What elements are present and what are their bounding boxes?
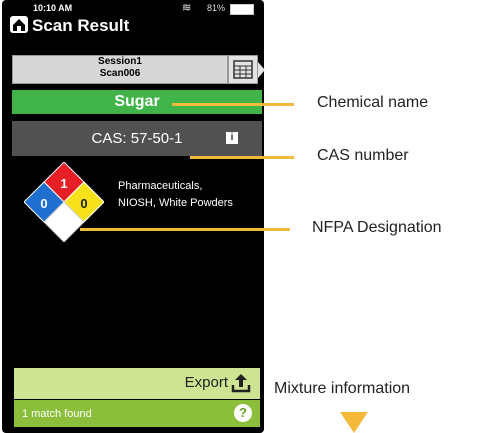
callout-chemical-name: Chemical name bbox=[317, 94, 429, 111]
battery-percent: 81% bbox=[207, 3, 226, 13]
footer-bar: 1 match found ? bbox=[14, 400, 260, 427]
down-arrow-icon bbox=[340, 412, 368, 433]
wifi-icon: ≋ bbox=[182, 2, 192, 14]
nfpa-flammability: 1 bbox=[60, 176, 67, 191]
session-name: Session1 bbox=[98, 56, 142, 67]
grid-icon[interactable] bbox=[228, 55, 265, 84]
page-title: Scan Result bbox=[32, 16, 130, 35]
scan-name: Scan006 bbox=[99, 68, 141, 79]
callout-line-chemical bbox=[172, 103, 294, 106]
nfpa-reactivity: 0 bbox=[80, 196, 87, 211]
callout-nfpa: NFPA Designation bbox=[312, 219, 442, 236]
chemical-name: Sugar bbox=[12, 90, 262, 114]
designation-line-2: NIOSH, White Powders bbox=[118, 197, 233, 209]
phone-screen: 10:10 AM ≋ 81% Scan Result Session1 Scan… bbox=[2, 0, 265, 433]
callout-mixture: Mixture information bbox=[274, 380, 411, 397]
nfpa-health: 0 bbox=[40, 196, 47, 211]
help-icon[interactable]: ? bbox=[234, 404, 252, 422]
cas-number: CAS: 57-50-1 bbox=[12, 121, 262, 156]
match-count: 1 match found bbox=[22, 408, 92, 420]
callout-cas-number: CAS number bbox=[317, 147, 409, 164]
callout-line-cas bbox=[190, 156, 294, 159]
session-selector[interactable]: Session1 Scan006 bbox=[12, 55, 228, 84]
export-label: Export bbox=[184, 374, 228, 391]
status-time: 10:10 AM bbox=[33, 3, 73, 13]
battery-icon bbox=[230, 4, 254, 15]
export-icon bbox=[231, 374, 251, 393]
export-button[interactable]: Export bbox=[14, 368, 260, 399]
home-icon[interactable] bbox=[10, 16, 28, 33]
designation-line-1: Pharmaceuticals, bbox=[118, 180, 203, 192]
callout-line-nfpa bbox=[80, 228, 290, 231]
designation-text: Pharmaceuticals, NIOSH, White Powders bbox=[118, 178, 258, 212]
info-icon[interactable]: i bbox=[226, 132, 238, 144]
